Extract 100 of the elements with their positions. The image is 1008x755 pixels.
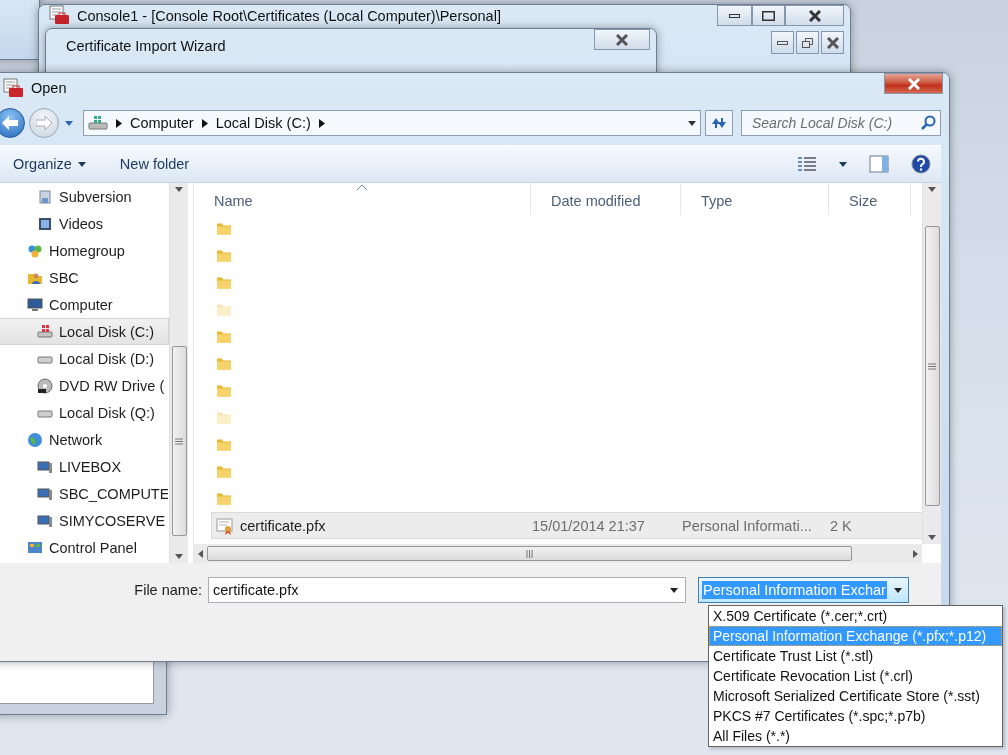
nav-tree-item[interactable]: Local Disk (C:)	[0, 318, 169, 345]
file-type-option[interactable]: Microsoft Serialized Certificate Store (*.sst)	[709, 686, 1002, 706]
grip-icon	[526, 549, 533, 558]
view-menu-button[interactable]	[837, 159, 849, 169]
column-header[interactable]: Type	[681, 183, 829, 215]
file-type-option[interactable]: Certificate Revocation List (*.crl)	[709, 666, 1002, 686]
folder-icon	[217, 330, 231, 343]
nav-tree-item[interactable]: SBC_COMPUTE	[0, 480, 169, 507]
restore-button[interactable]	[796, 31, 819, 54]
size-cell-text: 2 K	[830, 517, 853, 534]
nav-tree-item[interactable]: Network	[0, 426, 169, 453]
chevron-right-icon	[201, 118, 208, 128]
nav-tree-item[interactable]: Computer	[0, 291, 169, 318]
caret-icon	[77, 161, 86, 167]
caret-icon	[65, 120, 73, 126]
close-button[interactable]	[785, 5, 844, 26]
folder-icon	[217, 438, 231, 451]
file-row[interactable]: certificate.pfx 15/01/2014 21:37 Personal Informati... 2 K	[211, 512, 922, 539]
chevron-right-icon	[116, 118, 122, 128]
preview-pane-icon	[869, 155, 889, 173]
preview-pane-button[interactable]	[867, 153, 891, 175]
view-button[interactable]	[795, 154, 819, 174]
toolbar-button[interactable]: Organize	[5, 152, 94, 176]
folder-icon	[217, 465, 231, 478]
scroll-left-icon	[198, 549, 203, 558]
close-icon	[826, 36, 839, 49]
arrow-left-icon	[2, 116, 18, 130]
close-button[interactable]	[884, 73, 943, 94]
certificate-icon	[216, 516, 234, 535]
scroll-down-icon	[928, 535, 936, 540]
caret-icon	[839, 161, 847, 167]
arrow-right-icon	[36, 116, 52, 130]
folder-icon	[217, 492, 231, 505]
nav-tree-item[interactable]: Homegroup	[0, 237, 169, 264]
computer-icon	[27, 296, 43, 313]
search-field[interactable]: Search Local Disk (C:)	[741, 110, 941, 136]
control-panel-icon	[27, 539, 43, 556]
window-icon	[49, 5, 71, 25]
nav-tree-item[interactable]: SBC	[0, 264, 169, 291]
breadcrumb[interactable]: Local Disk (C:)	[213, 115, 313, 131]
toolbar-button[interactable]: New folder	[111, 152, 198, 176]
scroll-up-icon	[928, 187, 936, 192]
film-icon	[37, 215, 53, 232]
back-button[interactable]	[0, 108, 25, 138]
window-title: Open	[31, 80, 68, 96]
file-type-option[interactable]: X.509 Certificate (*.cer;*.crt)	[709, 606, 1002, 626]
restore-icon	[802, 37, 813, 48]
list-view-icon	[797, 156, 817, 172]
nav-tree-item[interactable]: Local Disk (D:)	[0, 345, 169, 372]
folder-icon	[217, 411, 231, 424]
nav-tree-item[interactable]: Videos	[0, 210, 169, 237]
scroll-down-icon	[175, 554, 183, 559]
nav-tree-item[interactable]: SIMYCOSERVE	[0, 507, 169, 534]
file-type-option[interactable]: PKCS #7 Certificates (*.spc;*.p7b)	[709, 706, 1002, 726]
folder-icon	[217, 357, 231, 370]
caret-icon	[894, 587, 902, 593]
close-icon	[616, 33, 628, 46]
nav-tree-item[interactable]: DVD RW Drive (	[0, 372, 169, 399]
nav-tree-item[interactable]: Local Disk (Q:)	[0, 399, 169, 426]
folder-icon	[217, 276, 231, 289]
column-header[interactable]: Name	[194, 183, 531, 215]
refresh-button[interactable]	[705, 110, 733, 136]
scrollbar[interactable]	[169, 183, 188, 563]
breadcrumb[interactable]: Computer	[128, 115, 196, 131]
file-name-label: File name:	[133, 581, 203, 600]
computer-icon	[37, 512, 53, 529]
close-icon	[907, 77, 920, 90]
caret-icon	[688, 120, 696, 126]
help-icon	[911, 154, 931, 174]
close-button[interactable]	[821, 31, 844, 54]
help-button[interactable]	[909, 152, 933, 176]
scrollbar[interactable]	[194, 544, 922, 563]
nav-tree-item[interactable]: Subversion	[0, 183, 169, 210]
minimize-button[interactable]	[771, 31, 794, 54]
folder-icon	[217, 222, 231, 235]
grip-icon	[175, 437, 183, 445]
refresh-icon	[710, 115, 728, 131]
type-cell-text: Personal Informati...	[682, 517, 813, 534]
history-button[interactable]	[63, 118, 75, 128]
maximize-icon	[762, 10, 775, 21]
folder-icon	[217, 384, 231, 397]
globe-icon	[27, 431, 43, 448]
maximize-button[interactable]	[752, 5, 785, 26]
window-title: Certificate Import Wizard	[65, 38, 227, 54]
column-header[interactable]: Date modified	[531, 183, 681, 215]
close-button[interactable]	[594, 29, 650, 50]
folder-icon	[217, 249, 231, 262]
address-bar[interactable]: Computer Local Disk (C:)	[83, 110, 701, 136]
scroll-up-icon	[175, 187, 183, 192]
file-type-option[interactable]: Certificate Trust List (*.stl)	[709, 646, 1002, 666]
folder-icon	[217, 303, 231, 316]
nav-tree-item[interactable]: LIVEBOX	[0, 453, 169, 480]
chevron-right-icon	[318, 118, 325, 128]
file-type-option[interactable]: All Files (*.*)	[709, 726, 1002, 746]
minimize-button[interactable]	[717, 5, 752, 26]
scrollbar[interactable]	[922, 183, 941, 544]
computer-icon	[37, 458, 53, 475]
drive-icon	[37, 323, 53, 340]
nav-tree-item[interactable]: Control Panel	[0, 534, 169, 561]
column-header[interactable]: Size	[829, 183, 911, 215]
